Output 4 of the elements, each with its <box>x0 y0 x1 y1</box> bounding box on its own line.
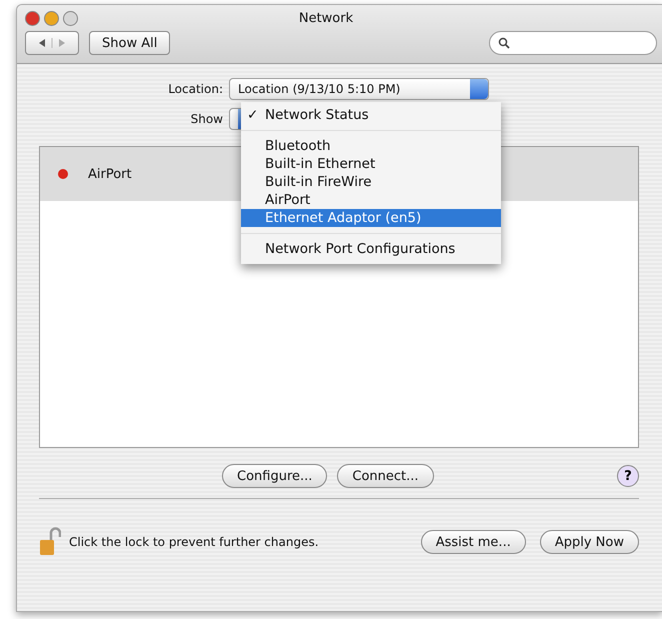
location-label: Location: <box>167 82 223 96</box>
window-title: Network <box>298 10 354 26</box>
lock-message: Click the lock to prevent further changes. <box>69 535 319 549</box>
show-label: Show <box>190 112 223 126</box>
